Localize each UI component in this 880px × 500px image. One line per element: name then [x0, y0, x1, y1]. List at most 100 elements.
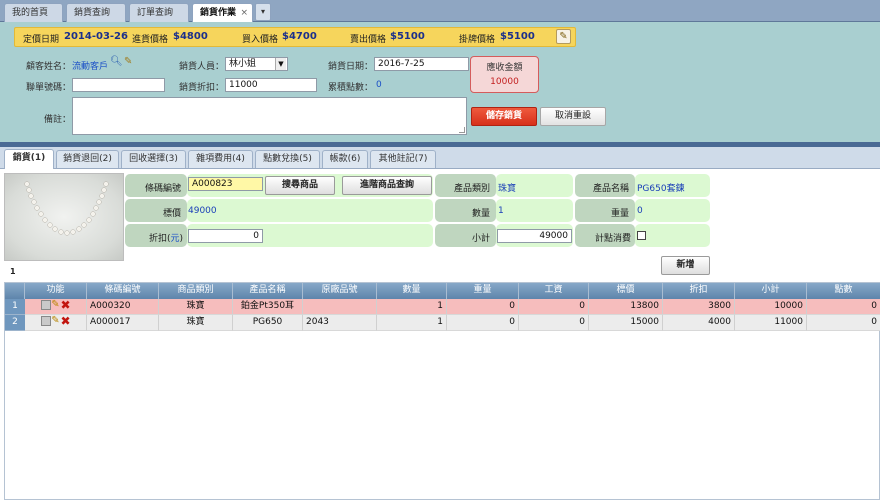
- tab-sales[interactable]: 銷貨(1): [4, 149, 54, 169]
- delete-icon[interactable]: ✖: [61, 299, 71, 311]
- grid-header-name[interactable]: 產品名稱: [233, 283, 303, 299]
- document-icon[interactable]: [40, 316, 51, 326]
- cell-labor: 0: [519, 299, 589, 315]
- grid-header-labor[interactable]: 工資: [519, 283, 589, 299]
- tag-price-label: 標價: [162, 209, 181, 219]
- tab-sales-operation[interactable]: 銷貨作業 ×: [192, 3, 253, 23]
- tab-order-query[interactable]: 訂單查詢: [129, 3, 189, 22]
- cell-name: 鉑金Pt350耳: [233, 299, 303, 315]
- item-discount-label: 折扣: [148, 234, 167, 244]
- discount-label-wrap: 折扣(元): [148, 234, 183, 244]
- table-row[interactable]: 1 ✎✖ A000320 珠寶 鉑金Pt350耳 1 0 0 13800 380…: [5, 299, 880, 315]
- cell-weight: 0: [447, 299, 519, 315]
- cell-discount: 3800: [663, 299, 735, 315]
- grid-header-category[interactable]: 商品類別: [159, 283, 233, 299]
- salesperson-label: 銷貨人員：: [178, 62, 224, 72]
- grid-header-points[interactable]: 點數: [807, 283, 880, 299]
- add-item-button[interactable]: 新增: [661, 256, 710, 275]
- category-value-cell: 珠寶: [496, 174, 573, 197]
- category-label-cell: 產品類別: [435, 174, 496, 197]
- cell-subtotal: 10000: [735, 299, 807, 315]
- tab-accounts[interactable]: 帳款(6): [322, 150, 368, 168]
- buyin-price-label: 買入價格: [242, 35, 279, 45]
- points-value: 0: [376, 80, 382, 90]
- table-row[interactable]: 2 ✎✖ A000017 珠寶 PG650 2043 1 0 0 15000 4…: [5, 315, 880, 331]
- product-image: [4, 173, 124, 261]
- grid-header-weight[interactable]: 重量: [447, 283, 519, 299]
- pencil-icon[interactable]: ✎: [556, 29, 571, 44]
- list-price-label-cell: 標價: [125, 199, 187, 222]
- salesperson-select[interactable]: 林小姐 ▼: [225, 57, 288, 71]
- phone-input[interactable]: [72, 78, 165, 92]
- document-icon[interactable]: [40, 300, 51, 310]
- notes-textarea[interactable]: [72, 97, 467, 135]
- price-strip: 定價日期 2014-03-26 進貨價格 $4800 買入價格 $4700 賣出…: [14, 27, 576, 47]
- close-tab-icon[interactable]: ×: [240, 4, 248, 22]
- advanced-product-search-button[interactable]: 進階商品查詢: [342, 176, 432, 195]
- points-consume-label: 計點消費: [594, 234, 631, 244]
- row-number: 2: [5, 315, 25, 331]
- cell-factory-no: 2043: [303, 315, 377, 331]
- fixed-date-value: 2014-03-26: [64, 31, 128, 42]
- subtotal-input[interactable]: 49000: [497, 229, 572, 243]
- cell-points: 0: [807, 315, 880, 331]
- save-sale-button[interactable]: 儲存銷貨: [471, 107, 537, 126]
- page-number[interactable]: 1: [10, 267, 16, 276]
- row-actions: ✎✖: [25, 299, 87, 315]
- tab-other-notes[interactable]: 其他註記(7): [370, 150, 436, 168]
- discount-unit-link[interactable]: 元: [170, 234, 179, 244]
- tab-sales-return[interactable]: 銷貨退回(2): [56, 150, 119, 168]
- discount-label-cell: 折扣(元): [125, 224, 187, 247]
- tab-home[interactable]: 我的首頁: [4, 3, 63, 22]
- tab-misc-fees[interactable]: 雜項費用(4): [188, 150, 253, 168]
- item-discount-input[interactable]: 0: [188, 229, 263, 243]
- cell-name: PG650: [233, 315, 303, 331]
- search-product-button[interactable]: 搜尋商品: [265, 176, 335, 195]
- sale-date-label: 銷貨日期：: [327, 62, 373, 72]
- top-tab-bar: 我的首頁 銷貨查詢 訂單查詢 銷貨作業 × ▾: [0, 0, 880, 23]
- tab-points-redeem[interactable]: 點數兌換(5): [255, 150, 320, 168]
- tab-recycle-select[interactable]: 回收選擇(3): [121, 150, 186, 168]
- pencil-icon[interactable]: ✎: [51, 300, 61, 310]
- weight-value-cell: 0: [635, 199, 710, 222]
- tab-sales-query[interactable]: 銷貨查詢: [66, 3, 126, 22]
- phone-label: 聯單號碼：: [25, 83, 71, 93]
- customer-link[interactable]: 流動客戶: [72, 59, 108, 72]
- cell-discount: 4000: [663, 315, 735, 331]
- sub-tab-bar: 銷貨(1) 銷貨退回(2) 回收選擇(3) 雜項費用(4) 點數兌換(5) 帳款…: [0, 147, 880, 169]
- quantity-value-cell: 1: [496, 199, 573, 222]
- customer-label: 顧客姓名：: [25, 62, 71, 72]
- delete-icon[interactable]: ✖: [61, 315, 71, 327]
- search-customer-icon[interactable]: 🔍︎: [110, 56, 123, 67]
- pencil-icon[interactable]: ✎: [51, 316, 61, 326]
- cell-qty: 1: [377, 315, 447, 331]
- tab-more-dropdown-icon[interactable]: ▾: [255, 3, 271, 21]
- barcode-input[interactable]: A000823: [188, 177, 263, 191]
- cell-category: 珠寶: [159, 299, 233, 315]
- pencil-icon[interactable]: ✎: [124, 56, 132, 67]
- receivable-label: 應收金額: [486, 63, 523, 73]
- points-consume-checkbox[interactable]: [637, 231, 646, 240]
- sale-discount-input[interactable]: 11000: [225, 78, 317, 92]
- cell-barcode: A000017: [87, 315, 159, 331]
- grid-header-qty[interactable]: 數量: [377, 283, 447, 299]
- purchase-price-label: 進貨價格: [132, 35, 169, 45]
- resize-grip-icon[interactable]: [459, 127, 465, 133]
- tag-price-value: 49000: [188, 206, 217, 216]
- fixed-date-label: 定價日期: [23, 35, 60, 45]
- grid-header-subtotal[interactable]: 小計: [735, 283, 807, 299]
- chevron-down-icon[interactable]: ▼: [275, 58, 286, 70]
- tab-misc-fees-label: 雜項費用(4): [196, 154, 245, 164]
- grid-header-price[interactable]: 標價: [589, 283, 663, 299]
- quantity-label: 數量: [471, 209, 490, 219]
- grid-header-barcode[interactable]: 條碼編號: [87, 283, 159, 299]
- sale-date-input[interactable]: 2016-7-25: [374, 57, 469, 71]
- cell-factory-no: [303, 299, 377, 315]
- grid-header-discount[interactable]: 折扣: [663, 283, 735, 299]
- grid-header-rownum: [5, 283, 25, 299]
- cancel-reset-button[interactable]: 取消重設: [540, 107, 606, 126]
- grid-header-factory-no[interactable]: 原廠品號: [303, 283, 377, 299]
- tab-sales-operation-label: 銷貨作業: [200, 8, 237, 18]
- points-consume-label-cell: 計點消費: [575, 224, 635, 247]
- sales-item-grid: 功能 條碼編號 商品類別 產品名稱 原廠品號 數量 重量 工資 標價 折扣 小計…: [4, 282, 880, 500]
